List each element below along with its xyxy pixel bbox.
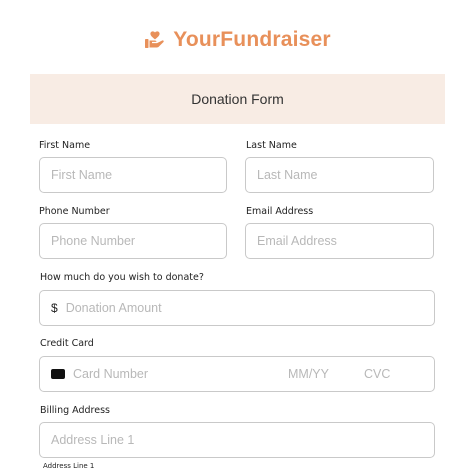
address-line1-input[interactable] — [51, 423, 434, 457]
currency-symbol: $ — [51, 301, 58, 315]
card-expiry-input[interactable] — [288, 357, 364, 391]
last-name-label: Last Name — [246, 140, 297, 151]
donation-amount-input[interactable] — [65, 291, 434, 325]
address-line1-sublabel: Address Line 1 — [43, 462, 95, 470]
brand-name: YourFundraiser — [173, 28, 331, 51]
brand-logo: YourFundraiser — [0, 28, 474, 52]
first-name-input[interactable] — [51, 158, 226, 192]
donation-label: How much do you wish to donate? — [40, 272, 204, 283]
first-name-label: First Name — [39, 140, 91, 151]
form-header: Donation Form — [30, 74, 445, 124]
address-line1-field[interactable] — [39, 422, 435, 458]
card-cvc-input[interactable] — [364, 357, 414, 391]
card-number-input[interactable] — [73, 357, 288, 391]
billing-address-label: Billing Address — [40, 405, 110, 416]
phone-field[interactable] — [39, 223, 227, 259]
credit-card-icon — [51, 369, 65, 379]
credit-card-field[interactable] — [39, 356, 435, 392]
first-name-field[interactable] — [39, 157, 227, 193]
heart-hand-icon — [145, 31, 164, 48]
email-input[interactable] — [257, 224, 433, 258]
email-field[interactable] — [245, 223, 434, 259]
last-name-input[interactable] — [257, 158, 433, 192]
donation-amount-field[interactable]: $ — [39, 290, 435, 326]
phone-input[interactable] — [51, 224, 226, 258]
phone-label: Phone Number — [39, 206, 110, 217]
email-label: Email Address — [246, 206, 314, 217]
credit-card-label: Credit Card — [40, 338, 94, 349]
form-title: Donation Form — [191, 91, 284, 107]
last-name-field[interactable] — [245, 157, 434, 193]
